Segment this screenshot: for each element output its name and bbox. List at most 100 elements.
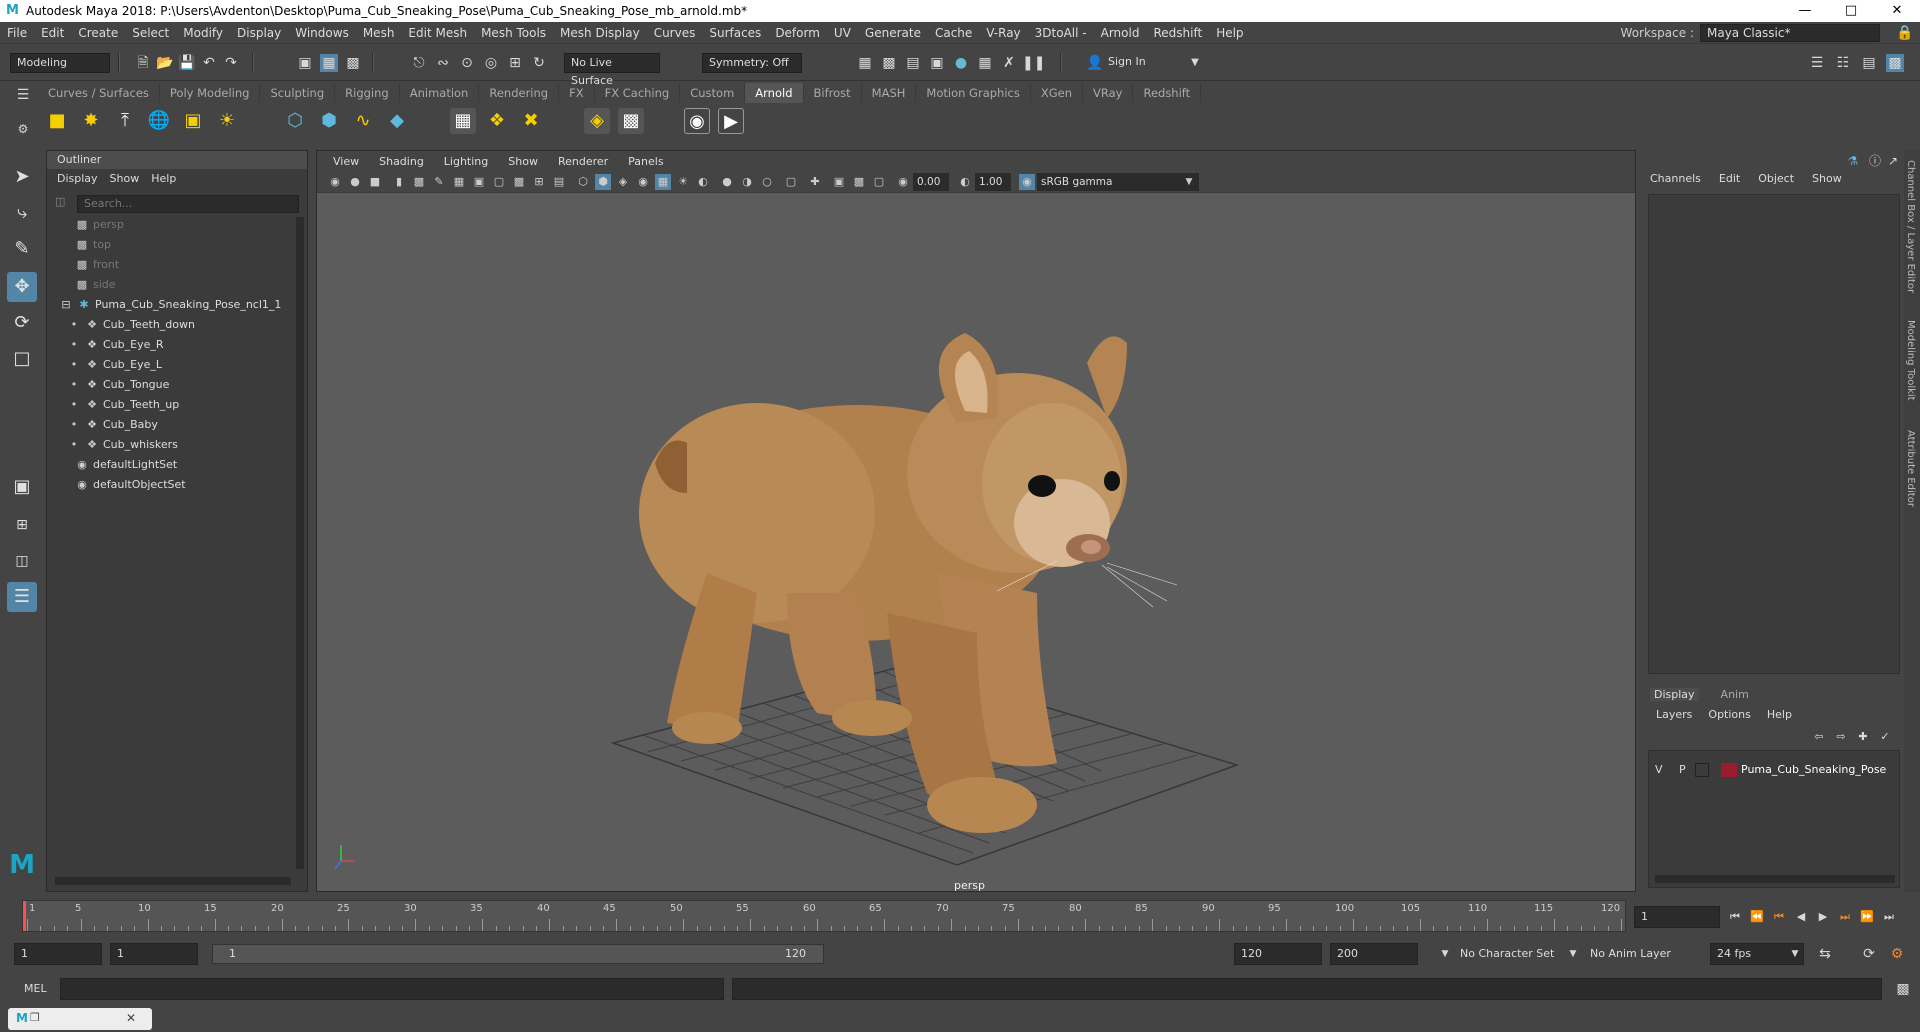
channel-box-icon[interactable]: ⚗ (1844, 152, 1862, 170)
pause-icon[interactable]: ❚❚ (1022, 54, 1045, 72)
viewport-menu-lighting[interactable]: Lighting (436, 155, 496, 168)
mesh-light-icon[interactable]: ⤒ (112, 108, 138, 134)
channel-menu-edit[interactable]: Edit (1719, 172, 1740, 185)
tab-curves-surfaces[interactable]: Curves / Surfaces (38, 83, 160, 103)
area-light-icon[interactable]: ■ (44, 108, 70, 134)
volume-icon[interactable]: ◆ (384, 108, 410, 134)
channel-menu-object[interactable]: Object (1758, 172, 1794, 185)
hypershade-icon[interactable]: ● (952, 54, 970, 72)
point-light-icon[interactable]: ✸ (78, 108, 104, 134)
layer-playback-toggle[interactable]: P (1679, 763, 1686, 776)
camera-select-icon[interactable]: ◉ (327, 174, 343, 190)
anti-aliasing-icon[interactable]: ○ (759, 174, 775, 190)
close-button[interactable]: ✕ (1874, 0, 1920, 22)
outliner-item-top[interactable]: ▩ top (75, 235, 111, 255)
ambient-occlusion-icon[interactable]: ● (719, 174, 735, 190)
outliner-search-input[interactable]: Search... (77, 195, 299, 213)
flush-caches-icon[interactable]: ▦ (450, 108, 476, 134)
menu-redshift[interactable]: Redshift (1146, 22, 1209, 44)
menu-edit-mesh[interactable]: Edit Mesh (401, 22, 474, 44)
use-all-lights-icon[interactable]: ☀ (675, 174, 691, 190)
snap-curve-icon[interactable]: ∾ (434, 54, 452, 72)
play-backwards-icon[interactable]: ◀ (1792, 908, 1810, 926)
image-plane-icon[interactable]: ▮ (391, 174, 407, 190)
chevron-down-icon[interactable]: ▼ (1786, 945, 1804, 963)
gamma-field[interactable]: 1.00 (975, 173, 1011, 191)
step-back-key-icon[interactable]: ⏮ (1770, 908, 1788, 926)
menu-generate[interactable]: Generate (858, 22, 928, 44)
viewport-menu-renderer[interactable]: Renderer (550, 155, 616, 168)
snap-together-icon[interactable]: ↻ (530, 54, 548, 72)
tab-channel-box-layer-editor[interactable]: Channel Box / Layer Editor (1905, 160, 1916, 293)
tool-settings-toggle-icon[interactable]: ▤ (1860, 54, 1878, 72)
snap-view-icon[interactable]: ◎ (482, 54, 500, 72)
range-bar[interactable]: 1 120 (212, 944, 824, 964)
viewport-menu-panels[interactable]: Panels (620, 155, 671, 168)
channel-menu-show[interactable]: Show (1812, 172, 1842, 185)
tab-arnold[interactable]: Arnold (745, 83, 804, 103)
anim-layer-dropdown[interactable]: No Anim Layer (1590, 947, 1671, 960)
menu-cache[interactable]: Cache (928, 22, 979, 44)
tab-fx-caching[interactable]: FX Caching (595, 83, 681, 103)
physical-sky-icon[interactable]: ☀ (214, 108, 240, 134)
outliner-item-child[interactable]: • ❖ Cub_whiskers (67, 435, 178, 455)
textured-icon[interactable]: ▦ (655, 174, 671, 190)
scale-tool-icon[interactable]: □ (7, 344, 37, 374)
paint-select-tool-icon[interactable]: ✎ (7, 234, 37, 264)
layer-hscrollbar[interactable] (1655, 875, 1895, 883)
menu-mesh-display[interactable]: Mesh Display (553, 22, 647, 44)
animation-start-field[interactable]: 1 (14, 943, 102, 965)
isolate-select-icon[interactable]: ▢ (783, 174, 799, 190)
chevron-down-icon[interactable]: ▼ (1186, 54, 1204, 72)
channel-box-toggle-icon[interactable]: ▩ (1886, 54, 1904, 72)
viewport-menu-view[interactable]: View (325, 155, 367, 168)
maximize-button[interactable]: □ (1828, 0, 1874, 22)
time-ruler[interactable]: 1 5 10 15 20 25 30 35 40 45 50 55 60 65 … (22, 900, 1626, 932)
move-tool-icon[interactable]: ✥ (7, 272, 37, 302)
move-layer-down-icon[interactable]: ⇨ (1832, 728, 1850, 746)
viewport-panel[interactable]: View Shading Lighting Show Renderer Pane… (316, 150, 1636, 892)
ipr-render-icon[interactable]: ▤ (904, 54, 922, 72)
render-region-icon[interactable]: ▦ (976, 54, 994, 72)
xray-joints-icon[interactable]: ✚ (807, 174, 823, 190)
animation-preferences-icon[interactable]: ⚙ (1888, 945, 1906, 963)
outliner-item-child[interactable]: • ❖ Cub_Teeth_up (67, 395, 180, 415)
layer-menu-layers[interactable]: Layers (1656, 708, 1692, 721)
2d-pan-zoom-icon[interactable]: ▩ (411, 174, 427, 190)
grid-icon[interactable]: ▦ (451, 174, 467, 190)
select-object-icon[interactable]: ▦ (320, 54, 338, 72)
render-snapshot-icon[interactable]: ✗ (1000, 54, 1018, 72)
lock-icon[interactable]: 🔒 (1896, 24, 1914, 42)
xray-icon[interactable]: ◉ (635, 174, 651, 190)
layer-type-toggle[interactable] (1695, 763, 1709, 777)
tab-fx[interactable]: FX (559, 83, 595, 103)
outliner-item-side[interactable]: ▩ side (75, 275, 116, 295)
menu-curves[interactable]: Curves (647, 22, 703, 44)
menu-uv[interactable]: UV (827, 22, 858, 44)
select-tool-icon[interactable]: ➤ (7, 162, 37, 192)
loop-icon[interactable]: ⇆ (1816, 945, 1834, 963)
curve-collector-icon[interactable]: ∿ (350, 108, 376, 134)
skydome-light-icon[interactable]: 🌐 (146, 108, 172, 134)
outliner-item-front[interactable]: ▩ front (75, 255, 119, 275)
menu-modify[interactable]: Modify (176, 22, 230, 44)
close-icon[interactable]: ✕ (126, 1011, 136, 1025)
menu-windows[interactable]: Windows (288, 22, 356, 44)
step-forward-key-icon[interactable]: ⏭ (1836, 908, 1854, 926)
outliner-item-set[interactable]: ◉ defaultLightSet (75, 455, 177, 475)
outliner-menu-display[interactable]: Display (57, 172, 98, 186)
menu-surfaces[interactable]: Surfaces (702, 22, 768, 44)
outliner-menu-help[interactable]: Help (151, 172, 176, 186)
workspace-dropdown[interactable]: Maya Classic* (1700, 24, 1880, 42)
menu-select[interactable]: Select (125, 22, 176, 44)
minimize-button[interactable]: — (1782, 0, 1828, 22)
tab-bifrost[interactable]: Bifrost (804, 83, 862, 103)
tab-poly-modeling[interactable]: Poly Modeling (160, 83, 261, 103)
layer-color-swatch[interactable] (1721, 763, 1737, 777)
expand-icon[interactable]: ↗ (1884, 152, 1902, 170)
exposure-icon[interactable]: ◉ (895, 174, 911, 190)
smooth-shade-icon[interactable]: ⬢ (595, 174, 611, 190)
standin-icon[interactable]: ⬡ (282, 108, 308, 134)
chevron-down-icon[interactable]: ▼ (1436, 945, 1454, 963)
outliner-item-child[interactable]: • ❖ Cub_Baby (67, 415, 158, 435)
